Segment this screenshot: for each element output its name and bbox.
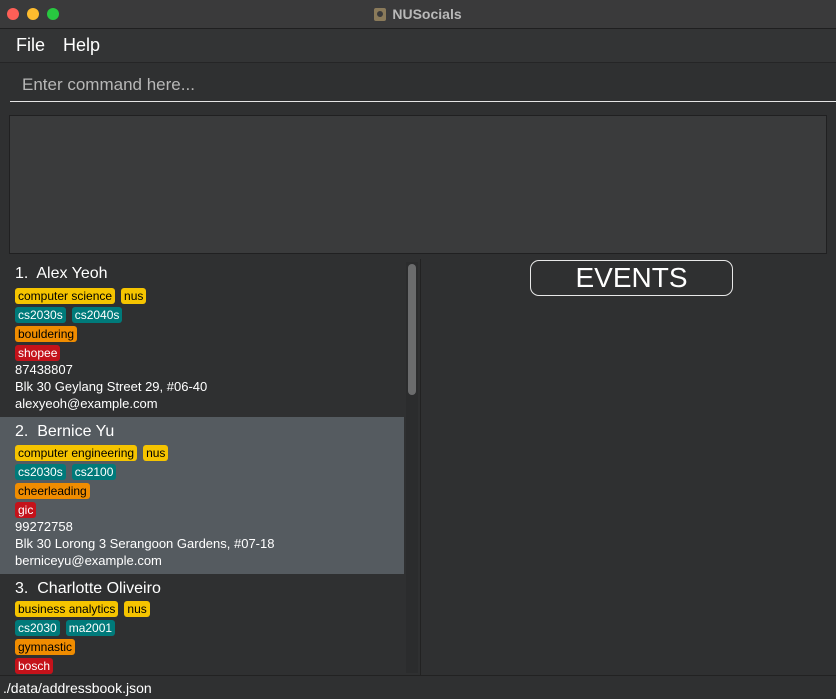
- tag: gymnastic: [15, 639, 76, 655]
- window-title: NUSocials: [392, 6, 462, 22]
- tag-row: business analytics nus: [15, 601, 156, 617]
- tag: computer engineering: [15, 445, 138, 461]
- tag: cs2030: [15, 620, 60, 636]
- tag: cs2030s: [15, 464, 66, 480]
- tag: gic: [15, 502, 37, 518]
- person-phone: 99272758: [15, 519, 73, 534]
- tag: nus: [124, 601, 150, 617]
- person-name: 1. Alex Yeoh: [15, 265, 108, 283]
- person-name-text: Charlotte Oliveiro: [37, 580, 161, 597]
- person-address: Blk 30 Geylang Street 29, #06-40: [15, 379, 208, 394]
- app-icon: [374, 7, 387, 21]
- tag: nus: [121, 288, 147, 304]
- person-index: 1.: [15, 265, 29, 282]
- tag: business analytics: [15, 601, 119, 617]
- tag-row: cs2030s cs2040s: [15, 307, 128, 323]
- tag-row: gymnastic: [15, 639, 81, 655]
- title-wrap: NUSocials: [0, 0, 836, 28]
- person-card[interactable]: 3. Charlotte Oliveiro business analytics…: [0, 574, 404, 675]
- tag: cheerleading: [15, 483, 90, 499]
- person-list-scrollbar[interactable]: [406, 262, 418, 673]
- tag-row: bosch: [15, 658, 59, 674]
- person-email: alexyeoh@example.com: [15, 396, 158, 411]
- tag: cs2040s: [71, 307, 123, 323]
- tag-row: cheerleading: [15, 483, 96, 499]
- result-display: [9, 115, 827, 254]
- command-area: [0, 63, 836, 111]
- person-index: 2.: [15, 423, 29, 440]
- tag-row: gic: [15, 502, 42, 518]
- tag-row: cs2030s cs2100: [15, 464, 122, 480]
- tag: nus: [143, 445, 169, 461]
- person-name: 3. Charlotte Oliveiro: [15, 580, 161, 598]
- menu-help[interactable]: Help: [63, 35, 100, 56]
- person-name-text: Alex Yeoh: [36, 265, 108, 282]
- scroll-thumb[interactable]: [408, 264, 416, 395]
- tag-row: computer science nus: [15, 288, 152, 304]
- tag: cs2030s: [15, 307, 66, 323]
- title-bar: NUSocials: [0, 0, 836, 29]
- tag-row: cs2030 ma2001: [15, 620, 121, 636]
- person-name-text: Bernice Yu: [37, 423, 115, 440]
- menu-file[interactable]: File: [16, 35, 45, 56]
- status-bar: ./data/addressbook.json: [0, 675, 836, 699]
- tag-row: bouldering: [15, 326, 83, 342]
- person-email: berniceyu@example.com: [15, 553, 162, 568]
- tag-row: computer engineering nus: [15, 445, 174, 461]
- person-card-selected[interactable]: 2. Bernice Yu computer engineering nus c…: [0, 417, 404, 574]
- person-index: 3.: [15, 580, 29, 597]
- event-list-panel: EVENTS: [421, 259, 836, 675]
- command-input[interactable]: [10, 69, 836, 102]
- tag: bosch: [15, 658, 54, 674]
- events-header: EVENTS: [530, 260, 733, 296]
- person-phone: 87438807: [15, 362, 73, 377]
- person-name: 2. Bernice Yu: [15, 423, 114, 441]
- tag: computer science: [15, 288, 116, 304]
- person-card[interactable]: 1. Alex Yeoh computer science nus cs2030…: [0, 259, 404, 416]
- tag: cs2100: [71, 464, 117, 480]
- tag: shopee: [15, 345, 61, 361]
- app-window: NUSocials File Help 1. Alex Yeoh compute…: [0, 0, 836, 699]
- person-list-panel[interactable]: 1. Alex Yeoh computer science nus cs2030…: [0, 259, 421, 675]
- tag: bouldering: [15, 326, 78, 342]
- menu-bar: File Help: [0, 29, 836, 63]
- tag: ma2001: [65, 620, 116, 636]
- save-file-path: ./data/addressbook.json: [3, 680, 152, 696]
- person-address: Blk 30 Lorong 3 Serangoon Gardens, #07-1…: [15, 536, 275, 551]
- tag-row: shopee: [15, 345, 66, 361]
